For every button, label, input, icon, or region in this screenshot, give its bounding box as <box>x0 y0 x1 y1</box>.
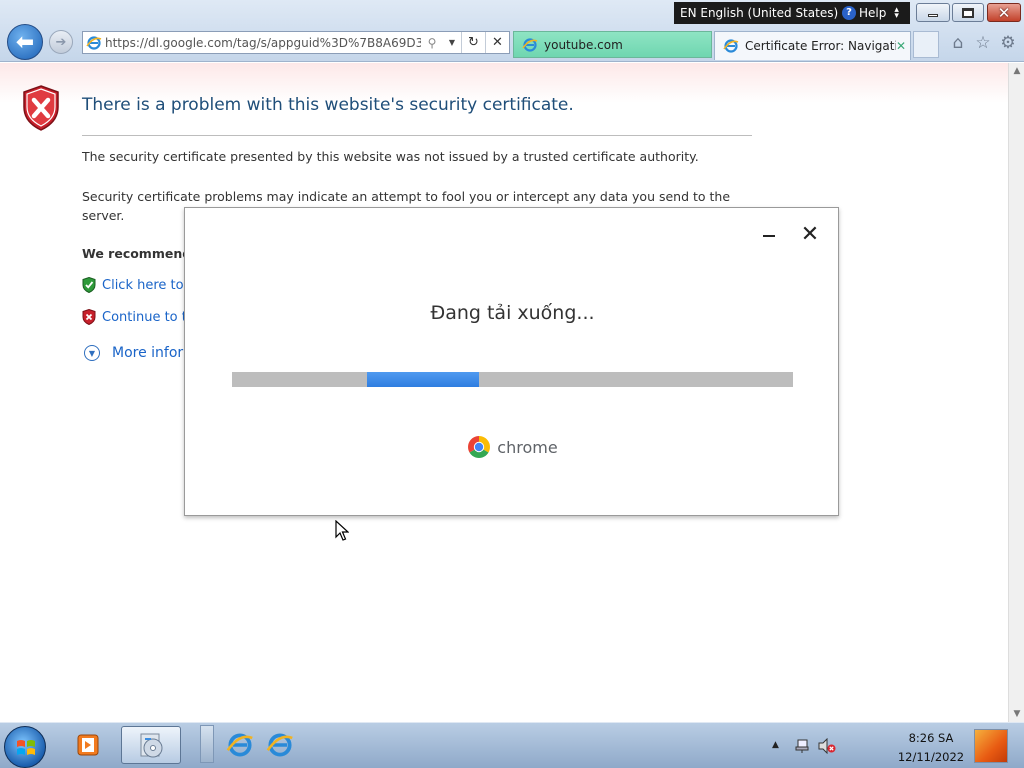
stop-icon: ✕ <box>492 35 503 50</box>
ie-icon <box>522 37 538 52</box>
favorites-star-icon[interactable]: ☆ <box>973 33 993 53</box>
minimize-icon <box>763 235 775 237</box>
tools-gear-icon[interactable]: ⚙ <box>998 33 1018 53</box>
start-button[interactable] <box>4 726 46 768</box>
chrome-brand: chrome <box>185 435 840 459</box>
error-shield-icon <box>23 85 59 131</box>
new-tab-button[interactable] <box>913 31 939 58</box>
taskbar-media-player[interactable] <box>66 726 110 764</box>
forward-button[interactable]: ➔ <box>49 30 73 54</box>
show-hidden-icons-button[interactable]: ▲ <box>772 740 779 750</box>
close-window-button[interactable]: ✕ <box>987 3 1021 22</box>
language-label[interactable]: EN English (United States) <box>680 6 842 20</box>
installer-disc-icon <box>140 733 163 758</box>
network-icon[interactable] <box>794 738 810 754</box>
dialog-close-button[interactable]: ✕ <box>799 224 821 246</box>
continue-link-text[interactable]: Continue to t <box>102 310 187 325</box>
recommendation-heading: We recommend <box>82 246 192 261</box>
system-clock[interactable]: 8:26 SA 12/11/2022 <box>892 729 970 767</box>
close-page-link[interactable]: Click here to <box>82 277 184 293</box>
browser-toolbar: EN English (United States) ? Help ▴ ▾ ✕ ⬅… <box>0 0 1024 62</box>
restore-icon <box>962 7 974 18</box>
refresh-button[interactable]: ↻ <box>461 32 485 53</box>
forward-icon: ➔ <box>55 34 67 50</box>
address-bar[interactable]: https://dl.google.com/tag/s/appguid%3D%7… <box>82 31 510 54</box>
langbar-options-icon[interactable]: ▴ ▾ <box>894 6 899 21</box>
error-title: There is a problem with this website's s… <box>82 95 574 115</box>
volume-muted-icon[interactable] <box>818 738 836 754</box>
taskbar-installer[interactable] <box>121 726 181 764</box>
green-shield-icon <box>82 277 96 293</box>
search-icon[interactable]: ⚲ <box>421 36 443 50</box>
dialog-minimize-button[interactable] <box>759 226 779 246</box>
mouse-cursor-icon <box>335 520 349 541</box>
back-icon: ⬅ <box>15 29 35 55</box>
more-information-link[interactable]: ▼ More infor <box>82 345 183 361</box>
address-url[interactable]: https://dl.google.com/tag/s/appguid%3D%7… <box>105 36 421 50</box>
tab-youtube[interactable]: youtube.com <box>513 31 712 58</box>
close-icon: ✕ <box>997 3 1011 22</box>
help-icon[interactable]: ? <box>842 6 856 20</box>
download-status: Đang tải xuống... <box>430 302 595 324</box>
tab-certificate-error[interactable]: Certificate Error: Navigatio... ✕ <box>714 31 911 60</box>
ie-icon <box>226 733 253 757</box>
taskbar: ▲ 8:26 SA 12/11/2022 <box>0 722 1024 768</box>
red-shield-icon <box>82 309 96 325</box>
chevron-down-icon[interactable]: ▼ <box>443 38 461 47</box>
scroll-up-icon[interactable]: ▲ <box>1009 63 1024 79</box>
continue-link[interactable]: Continue to t <box>82 309 187 325</box>
ie-icon <box>723 39 739 53</box>
progress-bar <box>232 372 793 387</box>
chevron-down-icon: ▼ <box>84 345 100 361</box>
tab-label: Certificate Error: Navigatio... <box>745 39 896 53</box>
more-information-text[interactable]: More infor <box>112 345 183 361</box>
close-icon: ✕ <box>800 222 820 247</box>
progress-bar-fill <box>366 372 479 387</box>
windows-logo-icon <box>17 740 35 755</box>
tab-label: youtube.com <box>544 37 623 52</box>
brand-label: chrome <box>497 437 558 457</box>
stop-button[interactable]: ✕ <box>485 32 509 53</box>
scroll-down-icon[interactable]: ▼ <box>1009 706 1024 722</box>
download-dialog: ✕ Đang tải xuống... chrome <box>184 207 839 516</box>
divider <box>82 135 752 136</box>
back-button[interactable]: ⬅ <box>7 24 43 60</box>
tab-close-icon[interactable]: ✕ <box>896 39 910 53</box>
language-bar[interactable]: EN English (United States) ? Help ▴ ▾ <box>674 2 910 24</box>
taskbar-separator <box>200 725 214 763</box>
restore-button[interactable] <box>952 3 984 22</box>
show-desktop-button[interactable] <box>974 729 1008 763</box>
media-player-icon <box>77 734 99 756</box>
clock-date: 12/11/2022 <box>897 750 965 764</box>
ie-icon <box>83 32 105 53</box>
refresh-icon: ↻ <box>468 35 479 50</box>
close-page-link-text[interactable]: Click here to <box>102 278 184 293</box>
help-label[interactable]: Help <box>859 6 886 20</box>
vertical-scrollbar[interactable]: ▲ ▼ <box>1008 63 1024 722</box>
taskbar-ie-1[interactable] <box>218 726 262 764</box>
chrome-logo-icon <box>468 436 491 458</box>
home-icon[interactable]: ⌂ <box>948 33 968 53</box>
clock-time: 8:26 SA <box>908 731 954 745</box>
taskbar-ie-2[interactable] <box>258 726 302 764</box>
error-description: The security certificate presented by th… <box>82 149 699 164</box>
minimize-icon <box>928 14 938 17</box>
minimize-button[interactable] <box>916 3 950 22</box>
ie-icon <box>266 733 293 757</box>
